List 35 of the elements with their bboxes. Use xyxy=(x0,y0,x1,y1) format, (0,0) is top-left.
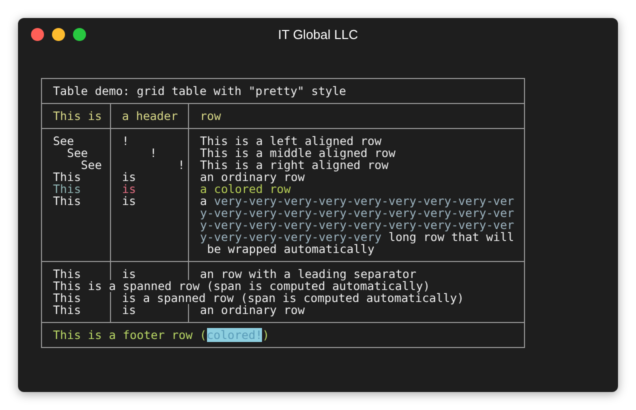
header-cell: a header xyxy=(110,110,188,122)
minimize-button[interactable] xyxy=(52,28,65,41)
table-cell: is xyxy=(110,195,188,255)
table-cell: is xyxy=(110,171,188,183)
table-cell: is xyxy=(110,183,188,195)
table-cell-text: This is a spanned row (span is computed automatically) xyxy=(52,280,431,292)
table-cell: is xyxy=(110,304,188,316)
window-title: IT Global LLC xyxy=(278,26,358,44)
table-cell: a very-very-very-very-very-very-very-very-ver y-very-very-very-very-very-very-very-very-ver y-very-very-very-very-very-very-very-very-ver y-very-very-very-very-very long row that will be wrapped automatically xyxy=(188,195,524,255)
table-caption: Table demo: grid table with "pretty" style xyxy=(53,84,346,98)
table-cell: This is a right aligned row xyxy=(188,159,524,171)
header-cell: row xyxy=(188,110,524,122)
table-cell: is a spanned row (span is computed automatically) xyxy=(110,292,524,304)
table-cell: This is a middle aligned row xyxy=(188,147,524,159)
table-cell: ! xyxy=(110,159,188,171)
table-cell: an ordinary row xyxy=(188,304,524,316)
table-cell: a colored row xyxy=(188,183,524,195)
table-cell-text: See xyxy=(80,159,103,171)
close-button[interactable] xyxy=(31,28,44,41)
table-cell-text: This xyxy=(52,183,82,195)
table-cell-text: See xyxy=(66,147,89,159)
table-cell-text: This xyxy=(52,304,82,316)
table-cell-text: This xyxy=(52,268,82,280)
table-cell: an row with a leading separator xyxy=(188,268,524,280)
table-cell-text: This xyxy=(52,292,82,304)
maximize-button[interactable] xyxy=(73,28,86,41)
table-cell-text: See xyxy=(52,135,75,147)
table-cell: an ordinary row xyxy=(188,171,524,183)
table-cell: ! xyxy=(110,147,188,159)
header-cell-text: This is xyxy=(52,110,103,122)
table-cell: ! xyxy=(110,135,188,147)
table-cell-text: This xyxy=(52,171,82,183)
table-cell: This is a left aligned row xyxy=(188,135,524,147)
table-cell-text: This xyxy=(52,195,82,210)
table-cell: is xyxy=(110,268,188,280)
